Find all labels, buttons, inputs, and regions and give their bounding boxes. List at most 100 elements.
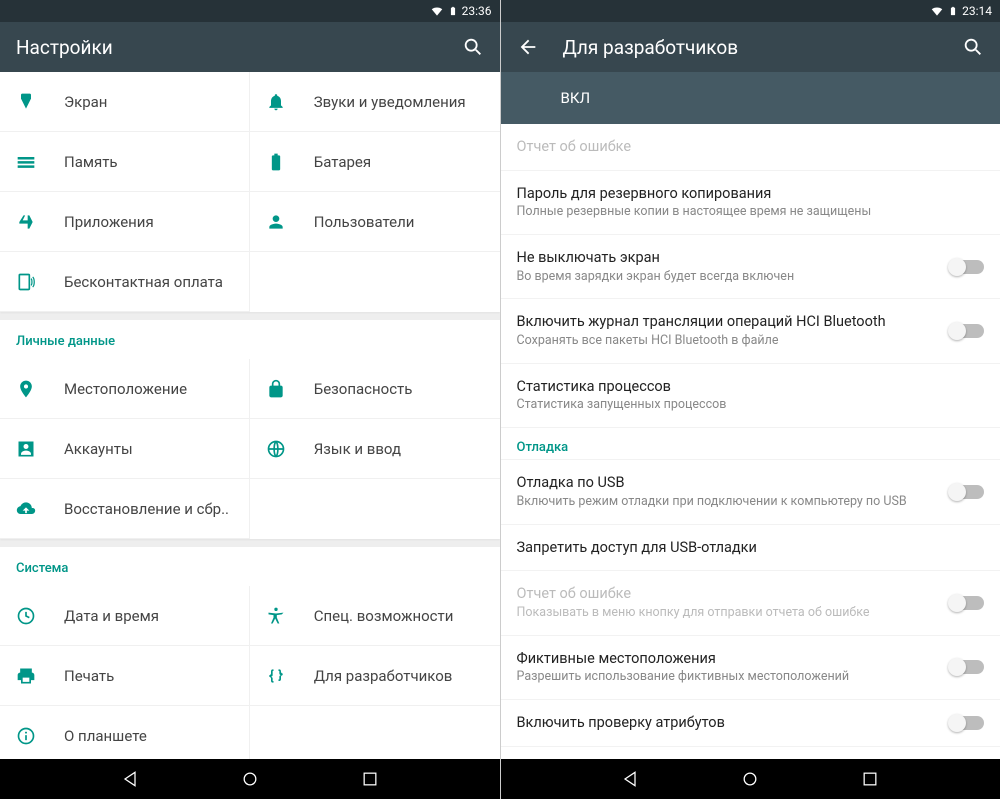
settings-item-label: Восстановление и сбр.. xyxy=(64,500,229,518)
settings-item-label: Язык и ввод xyxy=(314,440,401,458)
pref-item: Отчет об ошибкеПоказывать в меню кнопку … xyxy=(501,571,1000,635)
app-bar: Настройки xyxy=(0,22,500,72)
search-icon[interactable] xyxy=(462,36,484,58)
clock-text: 23:14 xyxy=(962,4,992,18)
nav-recent-icon[interactable] xyxy=(360,769,380,789)
pref-switch[interactable] xyxy=(950,260,984,274)
nav-home-icon[interactable] xyxy=(240,769,260,789)
pref-title: Включить журнал трансляции операций HCI … xyxy=(517,312,939,332)
settings-item-clock[interactable]: Дата и время xyxy=(0,586,250,646)
pref-summary: Полные резервные копии в настоящее время… xyxy=(517,204,973,221)
settings-item-label: Память xyxy=(64,153,118,171)
settings-item-label: Для разработчиков xyxy=(314,667,453,685)
developer-content: Отчет об ошибке Пароль для резервного коп… xyxy=(501,124,1000,759)
apps-icon xyxy=(16,212,36,232)
pref-title: Отладка по USB xyxy=(517,473,939,493)
pref-item[interactable]: Пароль для резервного копированияПолные … xyxy=(501,171,1000,235)
settings-item-backup[interactable]: Восстановление и сбр.. xyxy=(0,479,250,539)
pref-switch[interactable] xyxy=(950,660,984,674)
pref-summary: Статистика запущенных процессов xyxy=(517,397,973,414)
settings-item-label: Аккаунты xyxy=(64,440,133,458)
pref-title: Пароль для резервного копирования xyxy=(517,184,973,204)
nav-recent-icon[interactable] xyxy=(860,769,880,789)
settings-item-label: Пользователи xyxy=(314,213,415,231)
nav-home-icon[interactable] xyxy=(740,769,760,789)
pref-title: Запретить доступ для USB-отладки xyxy=(517,538,973,558)
memory-icon xyxy=(16,152,36,172)
settings-item-location[interactable]: Местоположение xyxy=(0,359,250,419)
navigation-bar xyxy=(501,759,1000,799)
pref-item[interactable]: Включить проверку атрибутов xyxy=(501,700,1000,747)
settings-item-apps[interactable]: Приложения xyxy=(0,192,250,252)
back-icon[interactable] xyxy=(517,36,539,58)
nfc-icon xyxy=(16,272,36,292)
settings-item-accessibility[interactable]: Спец. возможности xyxy=(250,586,500,646)
pref-switch[interactable] xyxy=(950,324,984,338)
account-icon xyxy=(16,439,36,459)
battery-icon xyxy=(266,152,286,172)
settings-item-info[interactable]: О планшете xyxy=(0,706,250,759)
settings-item-bell[interactable]: Звуки и уведомления xyxy=(250,72,500,132)
pref-title: Статистика процессов xyxy=(517,377,973,397)
pref-title: Отчет об ошибке xyxy=(517,137,973,157)
globe-icon xyxy=(266,439,286,459)
settings-item-nfc[interactable]: Бесконтактная оплата xyxy=(0,252,250,312)
settings-item-print[interactable]: Печать xyxy=(0,646,250,706)
pref-summary: Показывать в меню кнопку для отправки от… xyxy=(517,605,939,622)
pref-item[interactable]: Фиктивные местоположенияРазрешить исполь… xyxy=(501,636,1000,700)
settings-item-label: Приложения xyxy=(64,213,154,231)
info-icon xyxy=(16,726,36,746)
pref-item[interactable]: Статистика процессовСтатистика запущенны… xyxy=(501,364,1000,428)
master-switch-bar[interactable]: ВКЛ xyxy=(501,72,1000,124)
developer-screen: 23:14 Для разработчиков ВКЛ Отчет об оши… xyxy=(500,0,1000,799)
location-icon xyxy=(16,379,36,399)
pref-summary: Разрешить использование фиктивных местоп… xyxy=(517,669,939,686)
pref-item[interactable]: Отладка по USBВключить режим отладки при… xyxy=(501,460,1000,524)
settings-item-label: Безопасность xyxy=(314,380,413,398)
settings-item-memory[interactable]: Память xyxy=(0,132,250,192)
settings-item-label: Печать xyxy=(64,667,114,685)
battery-icon xyxy=(948,4,958,18)
page-title: Настройки xyxy=(16,36,462,59)
settings-item-label: Дата и время xyxy=(64,607,159,625)
section-debug: Отладка xyxy=(501,428,1000,460)
pref-item[interactable]: Выбрать приложение для отладкиПриложение… xyxy=(501,747,1000,759)
pref-switch[interactable] xyxy=(950,485,984,499)
settings-item-battery[interactable]: Батарея xyxy=(250,132,500,192)
backup-icon xyxy=(16,499,36,519)
settings-item-label: Местоположение xyxy=(64,380,187,398)
master-switch-label: ВКЛ xyxy=(561,89,591,107)
section-system: Система xyxy=(0,547,500,586)
wifi-icon xyxy=(430,4,444,18)
search-icon[interactable] xyxy=(962,36,984,58)
user-icon xyxy=(266,212,286,232)
pref-item[interactable]: Запретить доступ для USB-отладки xyxy=(501,525,1000,572)
settings-item-account[interactable]: Аккаунты xyxy=(0,419,250,479)
pref-item[interactable]: Не выключать экранВо время зарядки экран… xyxy=(501,235,1000,299)
navigation-bar xyxy=(0,759,500,799)
settings-item-lock[interactable]: Безопасность xyxy=(250,359,500,419)
settings-screen: 23:36 Настройки ЭкранЗвуки и уведомления… xyxy=(0,0,500,799)
pref-switch[interactable] xyxy=(950,596,984,610)
pref-summary: Включить режим отладки при подключении к… xyxy=(517,494,939,511)
settings-item-user[interactable]: Пользователи xyxy=(250,192,500,252)
braces-icon xyxy=(266,666,286,686)
settings-item-label: Спец. возможности xyxy=(314,607,454,625)
app-bar: Для разработчиков xyxy=(501,22,1000,72)
settings-item-globe[interactable]: Язык и ввод xyxy=(250,419,500,479)
pref-title: Отчет об ошибке xyxy=(517,584,939,604)
status-bar: 23:36 xyxy=(0,0,500,22)
nav-back-icon[interactable] xyxy=(620,769,640,789)
settings-item-display[interactable]: Экран xyxy=(0,72,250,132)
settings-item-braces[interactable]: Для разработчиков xyxy=(250,646,500,706)
settings-item-label: Бесконтактная оплата xyxy=(64,273,223,291)
status-bar: 23:14 xyxy=(501,0,1000,22)
display-icon xyxy=(16,92,36,112)
pref-switch[interactable] xyxy=(950,716,984,730)
clock-icon xyxy=(16,606,36,626)
battery-icon xyxy=(448,4,458,18)
pref-item[interactable]: Включить журнал трансляции операций HCI … xyxy=(501,299,1000,363)
pref-title: Фиктивные местоположения xyxy=(517,649,939,669)
settings-item-label: О планшете xyxy=(64,727,147,745)
nav-back-icon[interactable] xyxy=(120,769,140,789)
